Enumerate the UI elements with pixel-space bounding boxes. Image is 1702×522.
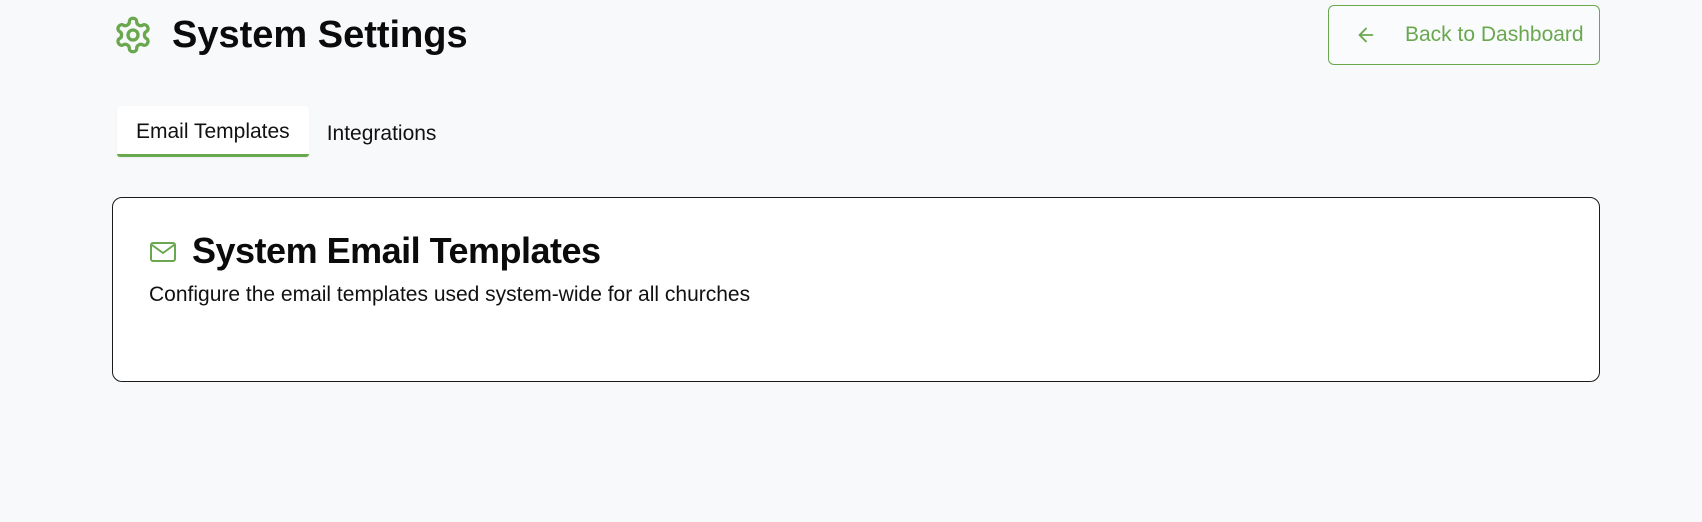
tab-integrations[interactable]: Integrations: [309, 106, 456, 158]
tab-email-templates[interactable]: Email Templates: [117, 106, 309, 157]
card-title: System Email Templates: [192, 230, 601, 271]
tab-label: Email Templates: [136, 119, 290, 143]
tab-label: Integrations: [326, 122, 437, 145]
mail-icon: [150, 242, 176, 262]
email-templates-card: System Email Templates Configure the ema…: [112, 197, 1600, 382]
arrow-left-icon: [1358, 27, 1374, 43]
settings-tabs: Email Templates Integrations: [117, 106, 455, 158]
page-title: System Settings: [172, 14, 468, 56]
back-to-dashboard-label: Back to Dashboard: [1405, 23, 1584, 46]
card-description: Configure the email templates used syste…: [149, 283, 751, 306]
gear-icon: [116, 16, 150, 54]
back-to-dashboard-button[interactable]: Back to Dashboard: [1328, 5, 1600, 65]
